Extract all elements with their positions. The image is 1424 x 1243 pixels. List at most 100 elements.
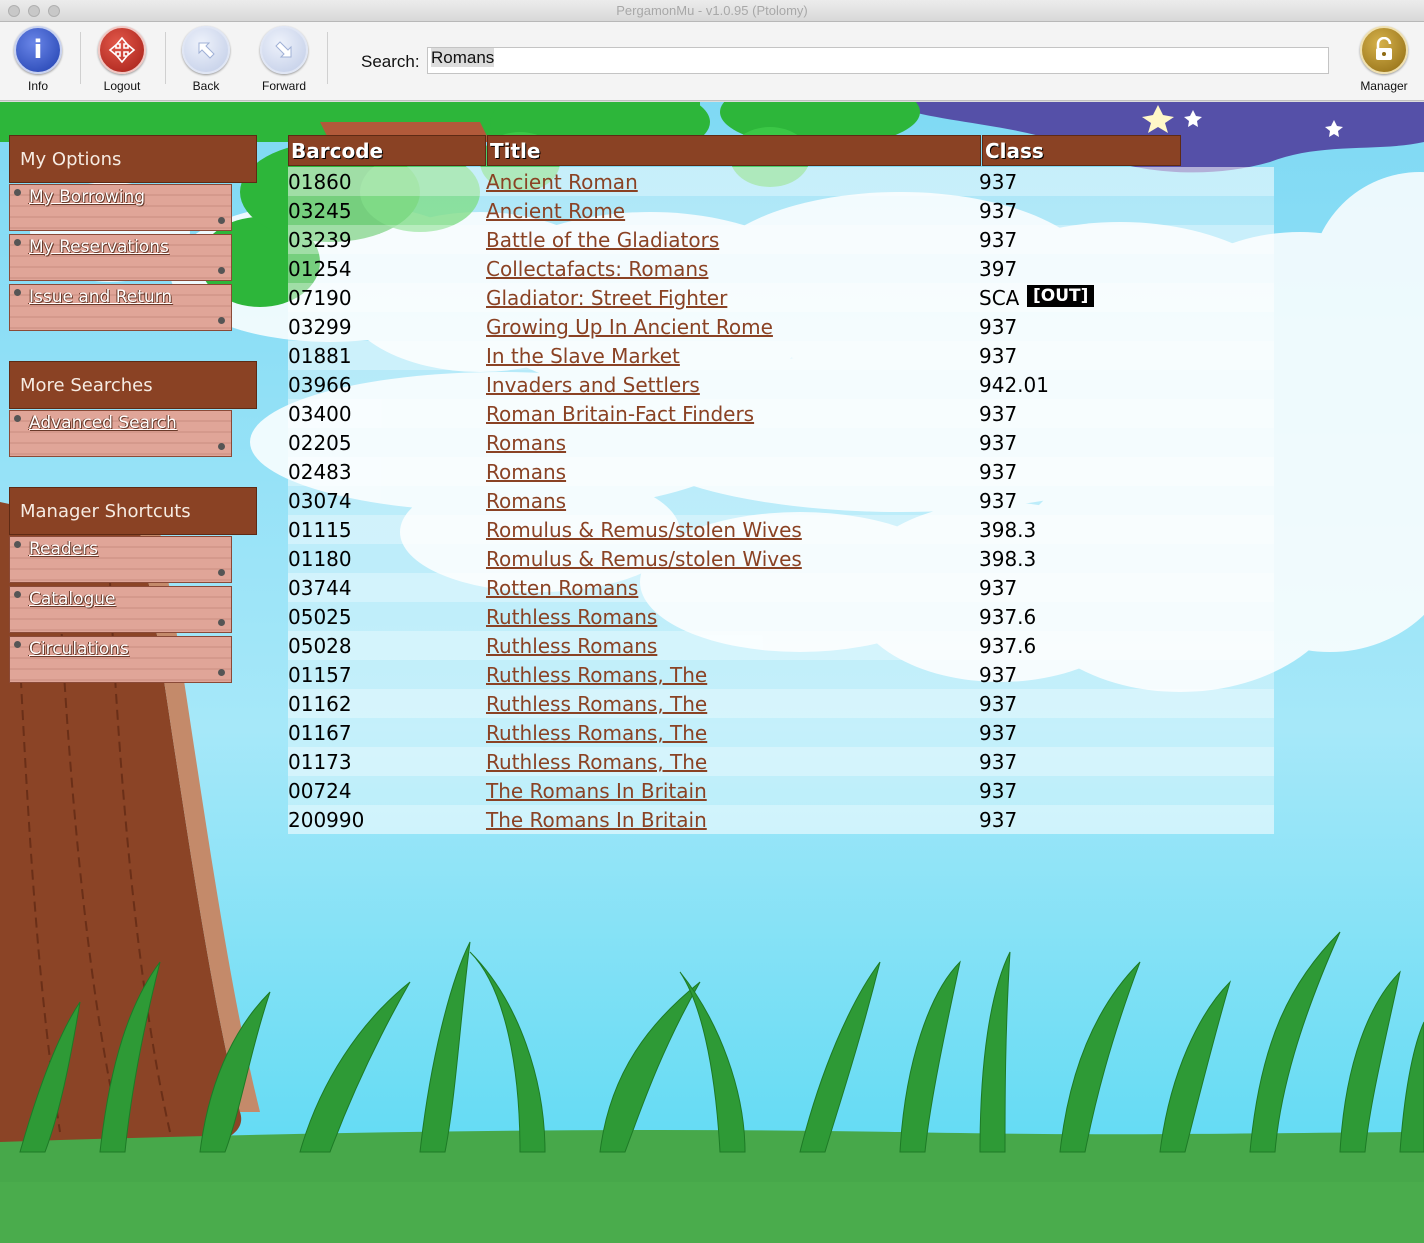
title-link[interactable]: In the Slave Market xyxy=(486,344,680,368)
nail-icon xyxy=(14,641,21,648)
my-reservations-button[interactable]: My Reservations xyxy=(9,234,232,281)
circulations-button[interactable]: Circulations xyxy=(9,636,232,683)
toolbar-divider xyxy=(165,32,166,84)
title-link[interactable]: Romans xyxy=(486,489,566,513)
title-link[interactable]: Gladiator: Street Fighter xyxy=(486,286,727,310)
manager-button[interactable]: Manager xyxy=(1346,26,1422,93)
title-link[interactable]: Growing Up In Ancient Rome xyxy=(486,315,773,339)
title-link[interactable]: Invaders and Settlers xyxy=(486,373,700,397)
info-label: Info xyxy=(27,79,48,93)
title-link[interactable]: The Romans In Britain xyxy=(486,779,707,803)
column-header-barcode[interactable]: Barcode xyxy=(288,135,486,166)
table-row: 00724 The Romans In Britain 937 xyxy=(288,776,1274,805)
nail-icon xyxy=(218,217,225,224)
table-row: 03400 Roman Britain-Fact Finders 937 xyxy=(288,399,1274,428)
class-cell: 937.6 xyxy=(979,605,1037,629)
title-link[interactable]: Ruthless Romans xyxy=(486,605,657,629)
title-link[interactable]: Romulus & Remus/stolen Wives xyxy=(486,547,802,571)
nail-icon xyxy=(218,569,225,576)
title-link[interactable]: Ruthless Romans xyxy=(486,634,657,658)
title-link[interactable]: Rotten Romans xyxy=(486,576,638,600)
barcode-cell: 05025 xyxy=(288,605,352,629)
table-row: 01157 Ruthless Romans, The 937 xyxy=(288,660,1274,689)
barcode-cell: 01115 xyxy=(288,518,352,542)
class-cell: 937 xyxy=(979,199,1018,223)
forward-arrow-icon xyxy=(260,26,308,74)
back-button[interactable]: Back xyxy=(168,26,244,93)
nail-icon xyxy=(14,189,21,196)
status-badge: [OUT] xyxy=(1027,285,1095,307)
search-input[interactable]: Romans xyxy=(427,47,1329,74)
table-row: 03299 Growing Up In Ancient Rome 937 xyxy=(288,312,1274,341)
barcode-cell: 03966 xyxy=(288,373,352,397)
catalogue-label: Catalogue xyxy=(29,589,116,609)
nail-icon xyxy=(218,443,225,450)
table-row: 02205 Romans 937 xyxy=(288,428,1274,457)
class-cell: 937 xyxy=(979,750,1018,774)
class-cell: 937 xyxy=(979,431,1018,455)
barcode-cell: 01173 xyxy=(288,750,352,774)
table-row: 01180 Romulus & Remus/stolen Wives 398.3 xyxy=(288,544,1274,573)
title-link[interactable]: Ruthless Romans, The xyxy=(486,721,707,745)
search-label: Search: xyxy=(361,52,420,71)
class-cell: 937 xyxy=(979,779,1018,803)
barcode-cell: 01881 xyxy=(288,344,352,368)
catalogue-button[interactable]: Catalogue xyxy=(9,586,232,633)
class-cell: 937 xyxy=(979,170,1018,194)
column-header-title[interactable]: Title xyxy=(487,135,981,166)
forward-label: Forward xyxy=(261,79,306,93)
main-content: My Options My Borrowing My Reservations … xyxy=(0,102,1424,1243)
nail-icon xyxy=(14,239,21,246)
barcode-cell: 02205 xyxy=(288,431,352,455)
barcode-cell: 03299 xyxy=(288,315,352,339)
title-link[interactable]: Ruthless Romans, The xyxy=(486,692,707,716)
table-row: 01173 Ruthless Romans, The 937 xyxy=(288,747,1274,776)
toolbar-divider xyxy=(80,32,81,84)
forward-button[interactable]: Forward xyxy=(246,26,322,93)
logout-button[interactable]: Logout xyxy=(84,26,160,93)
title-link[interactable]: Romulus & Remus/stolen Wives xyxy=(486,518,802,542)
column-header-class[interactable]: Class xyxy=(982,135,1181,166)
title-link[interactable]: Collectafacts: Romans xyxy=(486,257,708,281)
class-cell: 937 xyxy=(979,402,1018,426)
title-link[interactable]: Ruthless Romans, The xyxy=(486,663,707,687)
class-cell: SCA xyxy=(979,286,1020,310)
barcode-cell: 07190 xyxy=(288,286,352,310)
title-link[interactable]: Roman Britain-Fact Finders xyxy=(486,402,754,426)
readers-label: Readers xyxy=(29,539,99,559)
class-cell: 937 xyxy=(979,489,1018,513)
back-arrow-icon xyxy=(182,26,230,74)
class-cell: 937 xyxy=(979,663,1018,687)
nail-icon xyxy=(14,541,21,548)
barcode-cell: 01860 xyxy=(288,170,352,194)
nail-icon xyxy=(14,415,21,422)
info-button[interactable]: i Info xyxy=(0,26,76,93)
table-row: 01167 Ruthless Romans, The 937 xyxy=(288,718,1274,747)
title-link[interactable]: Ancient Rome xyxy=(486,199,625,223)
title-link[interactable]: The Romans In Britain xyxy=(486,808,707,832)
class-cell: 398.3 xyxy=(979,518,1037,542)
my-borrowing-label: My Borrowing xyxy=(29,187,146,207)
my-borrowing-button[interactable]: My Borrowing xyxy=(9,184,232,231)
class-cell: 937 xyxy=(979,721,1018,745)
title-link[interactable]: Romans xyxy=(486,460,566,484)
title-link[interactable]: Ancient Roman xyxy=(486,170,638,194)
table-row: 05025 Ruthless Romans 937.6 xyxy=(288,602,1274,631)
issue-and-return-button[interactable]: Issue and Return xyxy=(9,284,232,331)
barcode-cell: 01167 xyxy=(288,721,352,745)
readers-button[interactable]: Readers xyxy=(9,536,232,583)
table-row: 03074 Romans 937 xyxy=(288,486,1274,515)
window-title: PergamonMu - v1.0.95 (Ptolomy) xyxy=(616,3,808,18)
class-cell: 942.01 xyxy=(979,373,1049,397)
table-row: 05028 Ruthless Romans 937.6 xyxy=(288,631,1274,660)
title-link[interactable]: Ruthless Romans, The xyxy=(486,750,707,774)
title-link[interactable]: Romans xyxy=(486,431,566,455)
lock-icon xyxy=(1360,26,1408,74)
advanced-search-button[interactable]: Advanced Search xyxy=(9,410,232,457)
table-row: 01881 In the Slave Market 937 xyxy=(288,341,1274,370)
title-link[interactable]: Battle of the Gladiators xyxy=(486,228,719,252)
class-cell: 397 xyxy=(979,257,1018,281)
table-row: 03239 Battle of the Gladiators 937 xyxy=(288,225,1274,254)
issue-and-return-label: Issue and Return xyxy=(29,287,173,307)
nail-icon xyxy=(218,669,225,676)
